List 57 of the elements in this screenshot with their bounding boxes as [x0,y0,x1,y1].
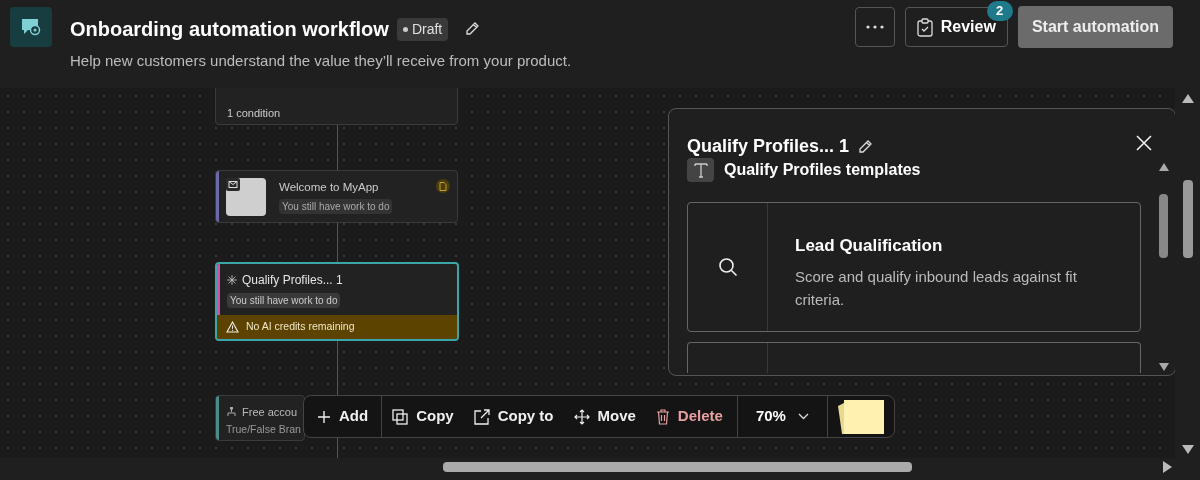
image-thumbnail [226,178,266,216]
close-icon[interactable] [1136,135,1152,151]
external-link-icon [473,408,490,425]
add-button[interactable]: Add [304,396,383,437]
chevron-down-icon [797,413,809,420]
node-title: Welcome to MyApp [279,180,379,195]
copy-icon [392,408,409,425]
workflow-node[interactable]: Welcome to MyApp You still have work to do [215,170,458,223]
template-card[interactable]: Lead Qualification Score and qualify inbound leads against fit criteria. [687,202,1141,332]
more-icon [865,25,884,29]
workflow-description: Help new customers understand the value they’ll receive from your product. [70,51,572,71]
panel-title: Qualify Profiles... 1 [687,135,850,158]
notification-badge: 2 [986,1,1013,21]
node-subtitle: True/False Bran [226,422,301,437]
search-icon [717,257,738,277]
start-automation-button[interactable]: Start automation [1017,6,1173,48]
copy-button[interactable]: Copy [382,396,464,437]
branch-icon [226,406,237,418]
warning-banner: No AI credits remaining [217,315,457,339]
sticky-note-icon [835,397,886,436]
node-status: You still have work to do [279,199,393,214]
node-title: Qualify Profiles... 1 [242,272,343,289]
move-button[interactable]: Move [563,396,646,437]
document-icon [436,179,450,193]
scrollbar-thumb[interactable] [1159,194,1168,258]
status-badge: Draft [396,17,449,41]
clipboard-check-icon [916,17,933,37]
trash-icon [655,408,670,425]
delete-button[interactable]: Delete [645,396,733,437]
template-description: Score and qualify inbound leads against fit criteria. [795,266,1078,310]
edit-icon[interactable] [464,21,481,37]
warning-icon [226,321,239,333]
plus-icon [317,409,331,424]
workflow-node[interactable]: 1 condition [215,88,458,125]
node-subtitle: 1 condition [227,106,281,121]
node-title: Free accou [242,405,298,420]
template-card[interactable] [687,342,1141,373]
scroll-up-icon[interactable] [1182,94,1194,103]
scroll-down-icon[interactable] [1159,363,1169,371]
scroll-right-icon[interactable] [1163,461,1172,473]
workflow-node[interactable]: Qualify Profiles... 1 You still have work to do No AI credits remaining [215,262,459,341]
move-arrows-icon [573,408,590,425]
sparkle-icon [227,275,237,285]
zoom-dropdown[interactable]: 70% [736,396,827,437]
scrollbar-thumb[interactable] [443,462,912,472]
workflow-title: Onboarding automation workflow [70,17,389,42]
panel-subtitle: Qualify Profiles templates [724,160,921,180]
scrollbar-thumb[interactable] [1183,180,1193,258]
app-logo-icon [10,7,52,47]
scroll-down-icon[interactable] [1182,445,1194,454]
scroll-up-icon[interactable] [1159,163,1169,171]
workflow-node[interactable]: Free accou True/False Bran [215,395,305,441]
text-type-icon [687,158,714,182]
node-status: You still have work to do [227,293,341,308]
edit-icon[interactable] [857,138,874,155]
copy-to-button[interactable]: Copy to [463,396,564,437]
template-title: Lead Qualification [795,235,944,257]
